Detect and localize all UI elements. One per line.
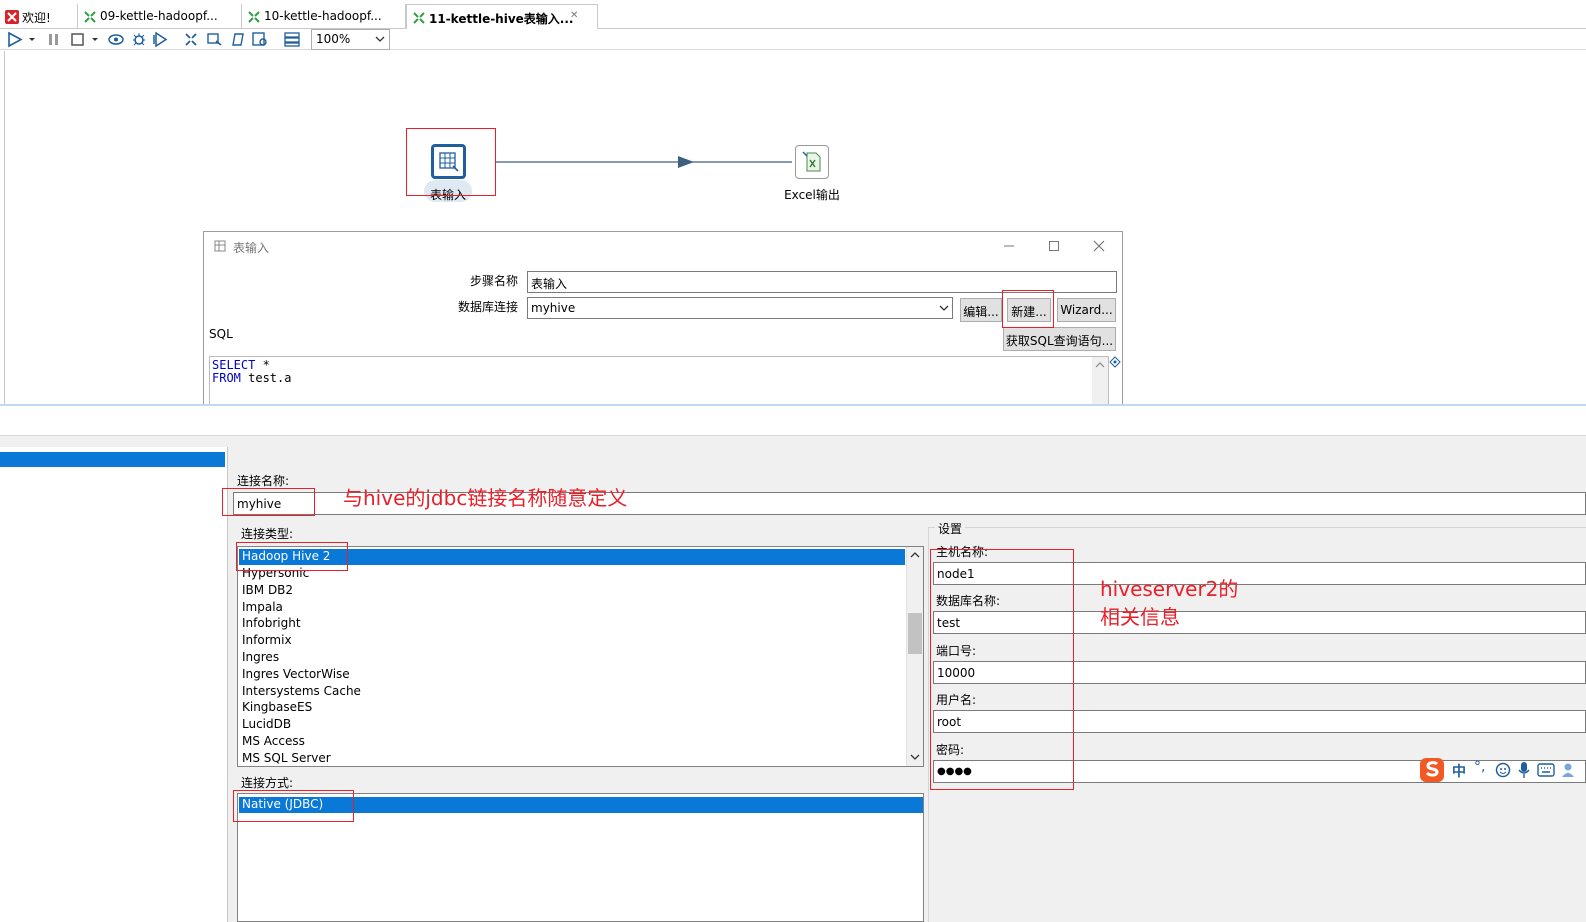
highlight-box — [1002, 290, 1054, 328]
highlight-box — [236, 542, 348, 571]
connection-category-list[interactable] — [0, 447, 228, 922]
chevron-down-icon — [375, 36, 385, 42]
list-item[interactable]: MS SQL Server — [242, 751, 331, 765]
conn-type-scrollbar[interactable] — [906, 547, 923, 766]
microphone-icon[interactable] — [1517, 761, 1531, 779]
list-item[interactable]: KingbaseES — [242, 700, 312, 714]
list-item[interactable]: Infobright — [242, 616, 301, 630]
replay-icon[interactable] — [152, 31, 170, 48]
table-input-dialog: 表输入 步骤名称 表输入 数据库连接 myhive 编辑... 新建... Wi… — [203, 231, 1123, 407]
list-item[interactable]: Ingres — [242, 650, 279, 664]
kettle-logo-icon — [5, 10, 19, 24]
pause-icon[interactable] — [45, 31, 63, 48]
db-connection-select[interactable]: myhive — [527, 297, 953, 319]
debug-icon[interactable] — [130, 31, 148, 48]
run-icon[interactable] — [6, 31, 24, 48]
settings-label: 设置 — [935, 520, 966, 537]
dialog-title: 表输入 — [233, 241, 270, 255]
sogou-logo-icon — [1420, 758, 1444, 782]
chevron-up-icon[interactable] — [910, 551, 920, 559]
highlight-box — [233, 790, 354, 822]
list-item[interactable]: IBM DB2 — [242, 583, 293, 597]
list-item[interactable]: LucidDB — [242, 717, 291, 731]
tab-11-kettle-hive[interactable]: 11-kettle-hive表输入... ✕ — [406, 4, 598, 29]
excel-output-step[interactable] — [795, 145, 829, 179]
tab-10-kettle[interactable]: 10-kettle-hadoopf... — [242, 4, 406, 29]
close-icon[interactable] — [1093, 240, 1105, 252]
editor-tab-bar: 欢迎! 09-kettle-hadoopf... 10-kettle-hadoo… — [0, 0, 1586, 29]
transformation-icon — [248, 11, 260, 23]
sql-icon[interactable] — [229, 31, 247, 48]
user-icon[interactable] — [1561, 762, 1575, 778]
list-item[interactable]: MS Access — [242, 734, 305, 748]
db-connection-label: 数据库连接 — [458, 300, 519, 314]
conn-name-annotation: 与hive的jdbc链接名称随意定义 — [343, 486, 628, 510]
scroll-thumb[interactable] — [908, 613, 922, 654]
chevron-down-icon[interactable] — [910, 753, 920, 761]
highlight-box — [222, 488, 315, 516]
chevron-down-icon[interactable] — [90, 31, 100, 48]
tab-welcome[interactable]: 欢迎! — [0, 4, 78, 29]
list-item[interactable]: Ingres VectorWise — [242, 667, 350, 681]
table-icon — [214, 240, 226, 252]
ime-mode[interactable]: 中 — [1452, 761, 1466, 781]
impact-icon[interactable] — [206, 31, 224, 48]
access-label: 连接方式: — [241, 776, 294, 790]
tab-09-kettle[interactable]: 09-kettle-hadoopf... — [78, 4, 242, 29]
stop-icon[interactable] — [69, 31, 87, 48]
tab-label: 09-kettle-hadoopf... — [100, 9, 218, 23]
get-sql-button[interactable]: 获取SQL查询语句... — [1003, 327, 1116, 351]
emoji-icon[interactable] — [1495, 762, 1511, 778]
zoom-select[interactable]: 100% — [311, 29, 390, 50]
transformation-icon — [413, 12, 425, 24]
sql-scrollbar[interactable] — [1092, 357, 1108, 406]
list-item[interactable]: Impala — [242, 600, 283, 614]
highlight-box — [930, 549, 1074, 790]
variable-icon — [1109, 356, 1121, 368]
conn-type-label: 连接类型: — [241, 527, 294, 541]
maximize-icon[interactable] — [1048, 240, 1060, 252]
tab-label: 11-kettle-hive表输入... — [429, 12, 574, 26]
dialog-header-strip — [0, 406, 1586, 436]
preview-eye-icon[interactable] — [107, 31, 125, 48]
zoom-value: 100% — [316, 32, 351, 46]
explore-db-icon[interactable] — [251, 31, 269, 48]
verify-icon[interactable] — [183, 31, 201, 48]
close-icon[interactable]: ✕ — [570, 10, 578, 21]
db-connection-value: myhive — [531, 301, 576, 315]
wizard-button[interactable]: Wizard... — [1057, 298, 1116, 322]
step-name-label: 步骤名称 — [470, 274, 519, 288]
highlight-box — [406, 128, 496, 196]
minimize-icon[interactable] — [1003, 240, 1015, 252]
chevron-down-icon — [939, 305, 949, 311]
keyboard-icon[interactable] — [1537, 763, 1555, 777]
chevron-down-icon[interactable] — [27, 31, 37, 48]
sql-editor[interactable]: SELECT * FROM test.a — [209, 356, 1109, 407]
step-label: Excel输出 — [784, 188, 840, 202]
category-selected-item[interactable] — [0, 452, 225, 467]
settings-annotation-line2: 相关信息 — [1100, 605, 1180, 629]
chevron-up-icon — [1095, 362, 1105, 368]
show-results-icon[interactable] — [283, 31, 301, 48]
ime-punct[interactable]: °, — [1474, 759, 1485, 775]
list-item[interactable]: Intersystems Cache — [242, 684, 361, 698]
sql-keyword: SELECT — [212, 358, 256, 372]
sql-keyword: FROM — [212, 371, 241, 385]
list-item[interactable]: Informix — [242, 633, 292, 647]
sql-label: SQL — [209, 327, 233, 341]
edit-connection-button[interactable]: 编辑... — [960, 298, 1002, 322]
sql-text: test.a — [240, 371, 292, 385]
ime-toolbar[interactable]: 中 °, — [1418, 757, 1586, 783]
conn-name-label: 连接名称: — [237, 474, 290, 488]
editor-toolbar — [0, 29, 1586, 50]
tab-label: 10-kettle-hadoopf... — [264, 9, 382, 23]
sql-text: * — [255, 358, 270, 372]
settings-annotation-line1: hiveserver2的 — [1100, 577, 1239, 601]
transformation-icon — [84, 11, 96, 23]
excel-icon — [802, 151, 821, 172]
conn-type-list[interactable]: Hadoop Hive 2 Hypersonic IBM DB2 Impala … — [237, 546, 924, 767]
tab-label: 欢迎! — [22, 11, 51, 25]
